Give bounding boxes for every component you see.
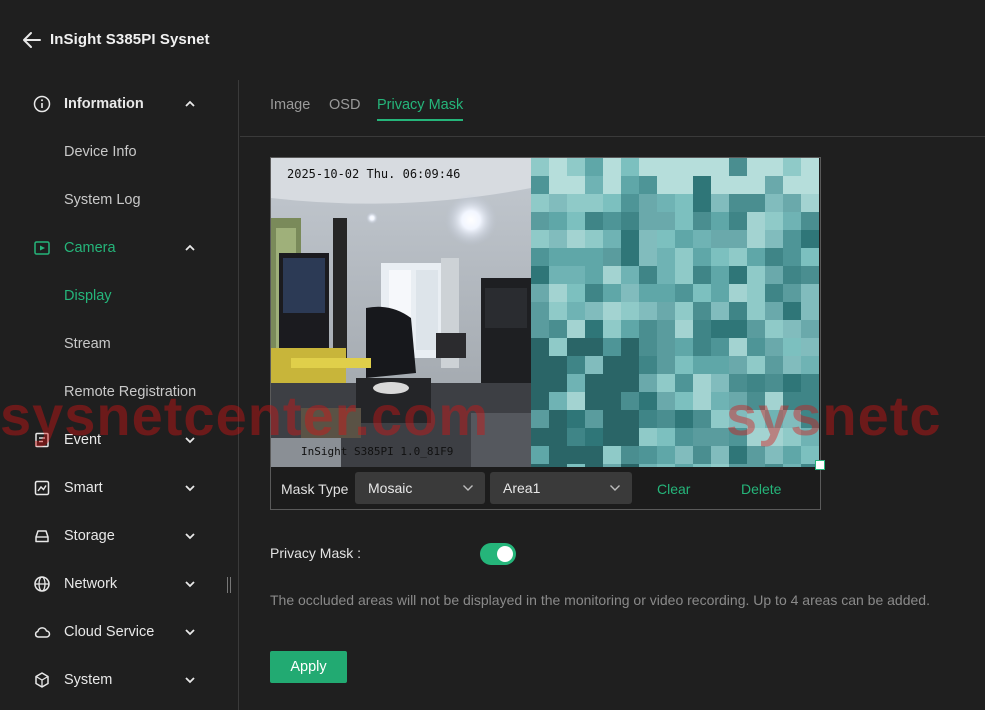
sidebar-item-device-info[interactable]: Device Info [0, 128, 238, 176]
sidebar-item-remote-registration[interactable]: Remote Registration [0, 368, 238, 416]
storage-icon [35, 530, 49, 543]
cloud-icon [34, 627, 51, 638]
video-preview-panel: 2025-10-02 Thu. 06:09:46 InSight S385PI … [270, 157, 825, 510]
sidebar-item-label: Remote Registration [64, 384, 197, 400]
video-timestamp: 2025-10-02 Thu. 06:09:46 [287, 167, 461, 181]
delete-button[interactable]: Delete [741, 481, 781, 497]
mask-type-select[interactable]: Mosaic [355, 472, 485, 504]
sidebar: Information Device Info System Log Camer… [0, 80, 239, 710]
chevron-down-icon [185, 677, 195, 684]
sidebar-item-label: Stream [64, 336, 111, 352]
privacy-mask-hint: The occluded areas will not be displayed… [270, 592, 930, 608]
chevron-down-icon [185, 629, 195, 636]
smart-icon [34, 480, 50, 496]
sidebar-item-stream[interactable]: Stream [0, 320, 238, 368]
globe-icon [34, 576, 50, 592]
privacy-mask-label: Privacy Mask : [270, 545, 362, 561]
sidebar-item-label: Cloud Service [64, 624, 155, 640]
sidebar-item-label: Storage [64, 528, 115, 544]
mosaic-mask-region[interactable] [531, 158, 819, 467]
mask-type-label: Mask Type [281, 481, 349, 497]
mask-type-value: Mosaic [368, 480, 413, 496]
info-icon [33, 95, 51, 113]
chevron-down-icon [463, 485, 473, 491]
tab-osd[interactable]: OSD [329, 97, 360, 119]
system-icon [35, 672, 49, 688]
event-icon [35, 432, 49, 448]
sidebar-item-label: Camera [64, 240, 116, 256]
camera-icon [34, 241, 50, 255]
camera-scene-image [271, 158, 819, 467]
video-camera-name: InSight S385PI 1.0_81F9 [301, 445, 454, 458]
apply-button[interactable]: Apply [270, 651, 347, 683]
sidebar-resize-handle[interactable] [226, 577, 232, 593]
sidebar-item-label: Information [64, 96, 144, 112]
sidebar-item-label: Smart [64, 480, 103, 496]
sidebar-item-information[interactable]: Information [0, 80, 238, 128]
tab-image[interactable]: Image [270, 97, 310, 119]
chevron-down-icon [185, 437, 195, 444]
sidebar-item-storage[interactable]: Storage [0, 512, 238, 560]
sidebar-item-cloud-service[interactable]: Cloud Service [0, 608, 238, 656]
chevron-down-icon [610, 485, 620, 491]
chevron-up-icon [185, 244, 195, 251]
area-value: Area1 [503, 480, 541, 496]
sidebar-item-label: System [64, 672, 113, 688]
sidebar-item-system-log[interactable]: System Log [0, 176, 238, 224]
sidebar-item-label: Event [64, 432, 102, 448]
app-title: InSight S385PI Sysnet [50, 31, 210, 48]
chevron-down-icon [185, 485, 195, 492]
toggle-knob [497, 546, 513, 562]
tab-privacy-mask[interactable]: Privacy Mask [377, 97, 464, 121]
sidebar-item-event[interactable]: Event [0, 416, 238, 464]
sidebar-item-network[interactable]: Network [0, 560, 238, 608]
sidebar-item-label: Display [64, 288, 112, 304]
area-select[interactable]: Area1 [490, 472, 632, 504]
sidebar-item-label: System Log [64, 192, 141, 208]
sidebar-item-smart[interactable]: Smart [0, 464, 238, 512]
chevron-down-icon [185, 581, 195, 588]
chevron-up-icon [185, 100, 195, 107]
privacy-mask-toggle[interactable] [480, 543, 516, 565]
clear-button[interactable]: Clear [657, 481, 690, 497]
sidebar-item-camera[interactable]: Camera [0, 224, 238, 272]
video-preview[interactable]: 2025-10-02 Thu. 06:09:46 InSight S385PI … [271, 158, 820, 467]
back-arrow-icon[interactable] [22, 30, 42, 50]
tab-bar: Image OSD Privacy Mask [240, 80, 985, 137]
sidebar-item-label: Network [64, 576, 118, 592]
sidebar-item-system[interactable]: System [0, 656, 238, 704]
chevron-down-icon [185, 533, 195, 540]
sidebar-item-display[interactable]: Display [0, 272, 238, 320]
sidebar-item-label: Device Info [64, 144, 137, 160]
mask-controls: Mask Type Mosaic Area1 Clear Delete [271, 468, 820, 510]
header: InSight S385PI Sysnet [0, 0, 985, 80]
